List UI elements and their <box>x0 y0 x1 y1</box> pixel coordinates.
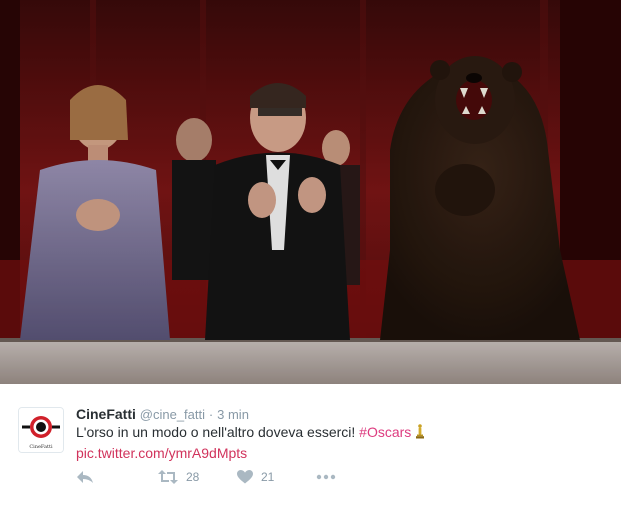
photo-scene <box>0 0 621 384</box>
avatar-logo-text: CineFatti <box>29 444 53 450</box>
retweet-count: 28 <box>186 470 200 484</box>
like-button[interactable]: 21 <box>237 470 274 484</box>
separator-dot: · <box>208 407 214 422</box>
media-link[interactable]: pic.twitter.com/ymrA9dMpts <box>76 445 247 461</box>
reply-button[interactable] <box>76 470 94 484</box>
tweet-photo[interactable] <box>0 0 621 384</box>
display-name[interactable]: CineFatti <box>76 406 136 422</box>
retweet-button[interactable]: 28 <box>158 470 199 484</box>
heart-icon <box>237 470 253 484</box>
more-button[interactable] <box>316 472 336 482</box>
reply-icon <box>76 470 94 484</box>
tweet-text: L'orso in un modo o nell'altro doveva es… <box>76 423 606 463</box>
user-handle[interactable]: @cine_fatti <box>140 407 205 422</box>
more-icon <box>316 472 336 482</box>
cinefatti-logo: CineFatti <box>19 408 63 452</box>
like-count: 21 <box>261 470 275 484</box>
tweet-header: CineFatti @cine_fatti · 3 min <box>76 405 249 424</box>
retweet-icon <box>158 470 178 484</box>
hashtag-link[interactable]: #Oscars <box>359 424 411 440</box>
tweet-text-content: L'orso in un modo o nell'altro doveva es… <box>76 424 356 440</box>
tweet-timestamp[interactable]: 3 min <box>217 407 249 422</box>
oscar-statuette-icon <box>415 424 425 444</box>
avatar[interactable]: CineFatti <box>18 407 64 453</box>
